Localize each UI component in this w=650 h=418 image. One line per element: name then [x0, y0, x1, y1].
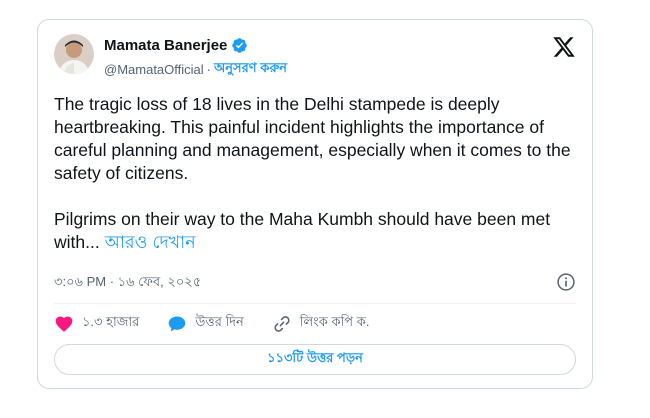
reply-label: উত্তর দিন [195, 314, 244, 329]
tweet-timestamp[interactable]: ৩:০৬ PM · ১৬ ফেব, ২০২৫ [54, 273, 201, 294]
author-display-name[interactable]: Mamata Banerjee [104, 37, 227, 54]
read-replies-button[interactable]: ১১৩টি উত্তর পড়ন [54, 344, 576, 375]
author-handle[interactable]: @MamataOfficial [104, 62, 204, 77]
divider [54, 303, 576, 304]
tweet-paragraph-1: The tragic loss of 18 lives in the Delhi… [54, 94, 571, 183]
reply-button[interactable]: উত্তর দিন [167, 313, 244, 334]
avatar[interactable] [54, 34, 94, 74]
author-handle-row: @MamataOfficial · অনুসরণ করুন [104, 59, 287, 80]
heart-icon [54, 314, 74, 334]
like-count: ১.৩ হাজার [82, 314, 140, 329]
verified-badge-icon [231, 37, 248, 54]
tweet-paragraph-2: Pilgrims on their way to the Maha Kumbh … [54, 208, 582, 254]
like-button[interactable]: ১.৩ হাজার [54, 313, 139, 334]
info-icon[interactable] [556, 272, 576, 292]
copy-link-button[interactable]: লিংক কপি ক. [272, 313, 370, 334]
tweet-actions: ১.৩ হাজার উত্তর দিন লিংক কপি ক. [54, 313, 397, 334]
tweet-card: Mamata Banerjee @MamataOfficial · অনুসরণ… [37, 19, 593, 389]
copy-link-label: লিংক কপি ক. [299, 314, 370, 329]
link-icon [272, 314, 292, 334]
author-name-row: Mamata Banerjee [104, 37, 248, 54]
tweet-text: The tragic loss of 18 lives in the Delhi… [54, 93, 582, 254]
read-replies-label: ১১৩টি উত্তর পড়ন [267, 350, 363, 365]
handle-separator: · [206, 62, 211, 77]
x-logo-icon[interactable] [552, 35, 576, 59]
follow-link[interactable]: অনুসরণ করুন [214, 59, 287, 80]
show-more-link[interactable]: আরও দেখান [105, 232, 196, 252]
reply-icon [167, 314, 187, 334]
